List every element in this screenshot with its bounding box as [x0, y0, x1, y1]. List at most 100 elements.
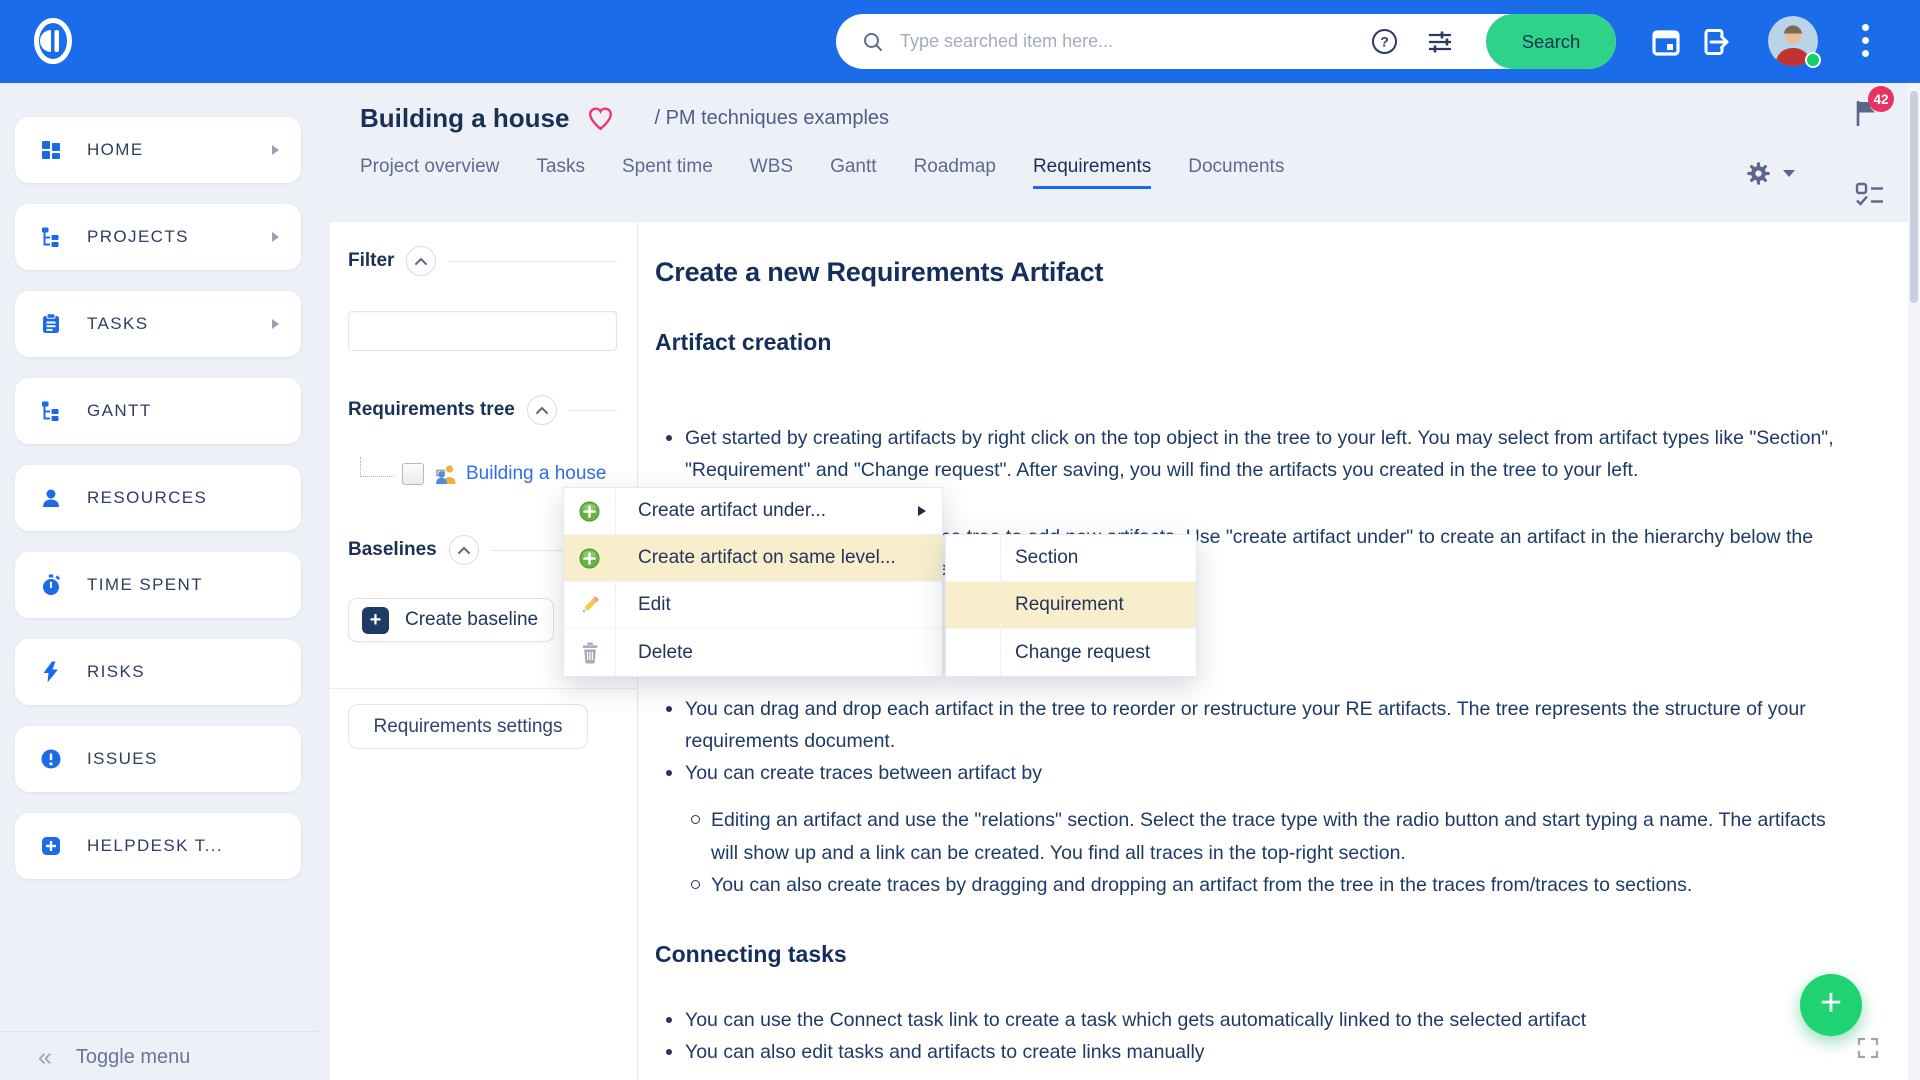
add-green-icon [564, 488, 616, 534]
search-input[interactable] [900, 31, 1371, 52]
more-options-icon[interactable] [1862, 24, 1869, 57]
home-icon [39, 138, 63, 162]
svg-text:?: ? [1380, 34, 1389, 50]
menu-item-create-artifact-same-level[interactable]: Create artifact on same level... [564, 535, 942, 582]
global-search-bar: ? Search [836, 14, 1616, 69]
sidebar-item-resources[interactable]: RESOURCES [15, 465, 301, 531]
top-bar: ? Search [0, 0, 1920, 83]
submenu-icon-gutter [946, 629, 1001, 676]
create-baseline-button[interactable]: + Create baseline [348, 598, 554, 642]
collapse-tree-button[interactable] [526, 395, 557, 425]
checklist-icon[interactable] [1854, 180, 1886, 215]
artifact-type-submenu: Section Requirement Change request [945, 534, 1197, 677]
sub-bullet-item: Editing an artifact and use the "relatio… [691, 804, 1835, 869]
clipboard-icon [39, 312, 63, 336]
search-button[interactable]: Search [1486, 14, 1616, 69]
tab-roadmap[interactable]: Roadmap [914, 156, 996, 189]
app-logo-icon[interactable] [26, 14, 80, 73]
help-icon[interactable]: ? [1371, 28, 1398, 55]
filter-section-title: Filter [348, 250, 395, 271]
tree-node-building-a-house[interactable]: Building a house [348, 457, 617, 485]
requirements-settings-button[interactable]: Requirements settings [348, 704, 588, 749]
collapse-baselines-button[interactable] [448, 535, 479, 565]
sidebar-item-label: HELPDESK T... [87, 836, 223, 855]
project-icon [434, 464, 457, 484]
requirements-settings-label: Requirements settings [373, 715, 563, 737]
lightning-bolt-icon [39, 660, 63, 684]
tab-spent-time[interactable]: Spent time [622, 156, 713, 189]
menu-item-create-artifact-under[interactable]: Create artifact under... [564, 488, 942, 535]
submenu-item-requirement[interactable]: Requirement [946, 582, 1196, 629]
bullet-item: Get started by creating artifacts by rig… [666, 422, 1835, 486]
sidebar-item-label: PROJECTS [87, 227, 189, 246]
sidebar-item-gantt[interactable]: GANTT [15, 378, 301, 444]
plus-icon: + [1819, 982, 1843, 1024]
sub-bullet-item: You can also create traces by dragging a… [691, 869, 1835, 902]
panel-section-divider [330, 688, 637, 689]
logout-icon[interactable] [1700, 26, 1734, 58]
submenu-item-section[interactable]: Section [946, 535, 1196, 582]
bullet-item: You can create traces between artifact b… [666, 757, 1835, 902]
bullet-item: You can also edit tasks and artifacts to… [666, 1036, 1835, 1068]
double-chevron-left-icon: « [38, 1043, 52, 1071]
baselines-title: Baselines [348, 539, 437, 560]
add-green-icon [564, 535, 616, 581]
favorite-heart-icon[interactable] [587, 106, 614, 131]
tab-project-overview[interactable]: Project overview [360, 156, 499, 189]
sidebar-item-label: HOME [87, 140, 144, 159]
plus-icon: + [362, 606, 389, 634]
calendar-icon[interactable] [1650, 26, 1682, 58]
sidebar-item-helpdesk[interactable]: HELPDESK T... [15, 813, 301, 879]
collapse-filter-button[interactable] [406, 246, 437, 276]
sidebar-item-home[interactable]: HOME [15, 117, 301, 183]
project-tree-icon [39, 399, 63, 423]
toggle-menu-label: Toggle menu [75, 1046, 191, 1068]
add-new-fab-button[interactable]: + [1800, 974, 1862, 1036]
page-settings-button[interactable] [1745, 160, 1795, 187]
tab-tasks[interactable]: Tasks [536, 156, 585, 189]
fullscreen-icon[interactable] [1856, 1036, 1880, 1065]
sidebar-item-label: RESOURCES [87, 488, 208, 507]
exclamation-circle-icon [39, 747, 63, 771]
chevron-right-icon [272, 319, 279, 329]
chevron-right-icon [272, 232, 279, 242]
trash-icon [564, 629, 616, 676]
tab-requirements[interactable]: Requirements [1032, 156, 1152, 189]
requirements-tree-title: Requirements tree [348, 399, 515, 420]
gear-icon [1745, 160, 1772, 187]
sidebar-item-label: RISKS [87, 662, 146, 681]
tab-documents[interactable]: Documents [1188, 156, 1284, 189]
menu-item-delete[interactable]: Delete [564, 629, 942, 676]
chevron-down-icon [1783, 170, 1795, 177]
toggle-menu-button[interactable]: « Toggle menu [0, 1031, 318, 1070]
filter-input[interactable] [348, 311, 617, 351]
submenu-icon-gutter [946, 582, 1001, 628]
pencil-icon [564, 582, 616, 628]
sidebar-item-label: TIME SPENT [87, 575, 204, 594]
tree-context-menu: Create artifact under... Create artifact… [563, 487, 943, 677]
sidebar-item-projects[interactable]: PROJECTS [15, 204, 301, 270]
sidebar-item-tasks[interactable]: TASKS [15, 291, 301, 357]
section-title-artifact-creation: Artifact creation [655, 329, 832, 355]
online-status-dot [1805, 52, 1821, 68]
breadcrumb[interactable]: / PM techniques examples [654, 107, 889, 130]
tree-node-label[interactable]: Building a house [466, 463, 607, 485]
submenu-item-change-request[interactable]: Change request [946, 629, 1196, 676]
user-avatar[interactable] [1768, 16, 1821, 68]
sidebar-item-time-spent[interactable]: TIME SPENT [15, 552, 301, 618]
search-filter-settings-icon[interactable] [1426, 29, 1454, 55]
bullet-item: You can use the Connect task link to cre… [666, 1004, 1835, 1036]
sidebar-item-issues[interactable]: ISSUES [15, 726, 301, 792]
tree-node-checkbox[interactable] [402, 463, 424, 485]
sidebar-item-label: GANTT [87, 401, 152, 420]
flagged-items-button[interactable]: 42 [1852, 86, 1894, 133]
tree-connector [360, 457, 394, 477]
tab-gantt[interactable]: Gantt [830, 156, 876, 189]
scrollbar-thumb[interactable] [1910, 91, 1918, 303]
menu-item-edit[interactable]: Edit [564, 582, 942, 629]
sidebar-item-risks[interactable]: RISKS [15, 639, 301, 705]
document-title: Create a new Requirements Artifact [655, 257, 1104, 287]
tab-wbs[interactable]: WBS [750, 156, 793, 189]
scrollbar-track[interactable] [1908, 83, 1920, 1080]
submenu-arrow-icon [918, 506, 926, 516]
